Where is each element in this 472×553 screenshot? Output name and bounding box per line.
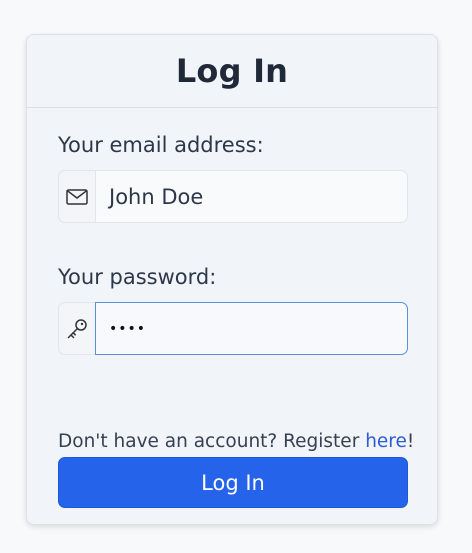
email-input-group: John Doe — [58, 170, 408, 223]
login-card: Log In Your email address: John Doe Your… — [26, 34, 438, 525]
password-value: •••• — [109, 320, 147, 337]
password-field[interactable]: •••• — [95, 302, 408, 355]
envelope-icon — [58, 170, 95, 223]
key-icon — [58, 302, 95, 355]
register-link[interactable]: here — [365, 431, 407, 452]
email-field[interactable]: John Doe — [95, 170, 408, 223]
register-prompt: Don't have an account? Register here! — [58, 431, 414, 452]
password-input-group: •••• — [58, 302, 408, 355]
register-text: Don't have an account? Register — [58, 431, 366, 452]
password-label: Your password: — [58, 265, 217, 289]
card-header: Log In — [27, 35, 437, 108]
login-button[interactable]: Log In — [58, 457, 408, 508]
page-title: Log In — [175, 52, 289, 90]
email-label: Your email address: — [58, 133, 264, 157]
register-suffix: ! — [406, 431, 415, 452]
